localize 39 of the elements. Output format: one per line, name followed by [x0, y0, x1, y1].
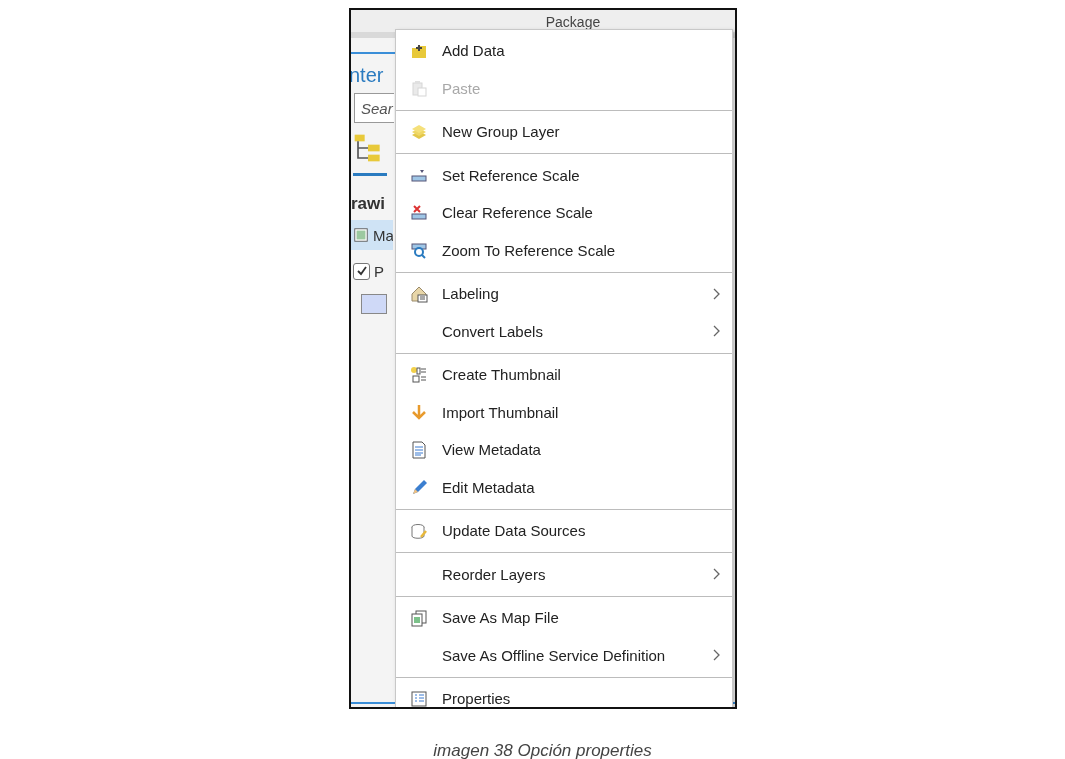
clipboard-icon [410, 79, 428, 98]
map-row[interactable]: Ma [351, 220, 393, 250]
tree-icon [353, 133, 383, 163]
map-icon [353, 227, 369, 243]
menu-item[interactable]: Save As Map File [396, 599, 732, 637]
menu-item[interactable]: Import Thumbnail [396, 393, 732, 431]
menu-item[interactable]: Zoom To Reference Scale [396, 231, 732, 269]
down-arrow-icon [410, 403, 428, 422]
menu-item[interactable]: Save As Offline Service Definition [396, 636, 732, 674]
menu-item[interactable]: Update Data Sources [396, 512, 732, 550]
figure-caption: imagen 38 Opción properties [433, 741, 652, 759]
menu-item[interactable]: Convert Labels [396, 312, 732, 350]
magnifier-icon [410, 241, 428, 260]
menu-item[interactable]: Reorder Layers [396, 555, 732, 593]
search-field[interactable]: Sear [354, 93, 394, 123]
house-icon [410, 284, 428, 303]
menu-item[interactable]: New Group Layer [396, 113, 732, 151]
swatch-icon [361, 294, 387, 314]
menu-item[interactable]: Edit Metadata [396, 468, 732, 506]
menu-item[interactable]: Labeling [396, 275, 732, 313]
menu-item[interactable]: Clear Reference Scale [396, 194, 732, 232]
layers-icon [410, 122, 428, 141]
header-text: Package [545, 14, 601, 30]
menu-item[interactable]: Set Reference Scale [396, 156, 732, 194]
pencil-icon [410, 478, 428, 497]
thumbnail-icon [410, 365, 428, 384]
pane-title: nter [351, 64, 385, 87]
document-icon [410, 440, 428, 459]
pages-icon [410, 608, 428, 627]
menu-item[interactable]: View Metadata [396, 431, 732, 469]
section-label: rawi [351, 194, 387, 214]
database-icon [410, 521, 428, 540]
menu-item[interactable]: Create Thumbnail [396, 356, 732, 394]
menu-item[interactable]: Add Data [396, 32, 732, 70]
scale-x-icon [410, 203, 428, 222]
layer-label: P [374, 262, 384, 280]
map-label: Ma [373, 226, 393, 244]
menu-item[interactable]: Properties [396, 680, 732, 707]
layer-checkbox[interactable] [353, 262, 370, 280]
